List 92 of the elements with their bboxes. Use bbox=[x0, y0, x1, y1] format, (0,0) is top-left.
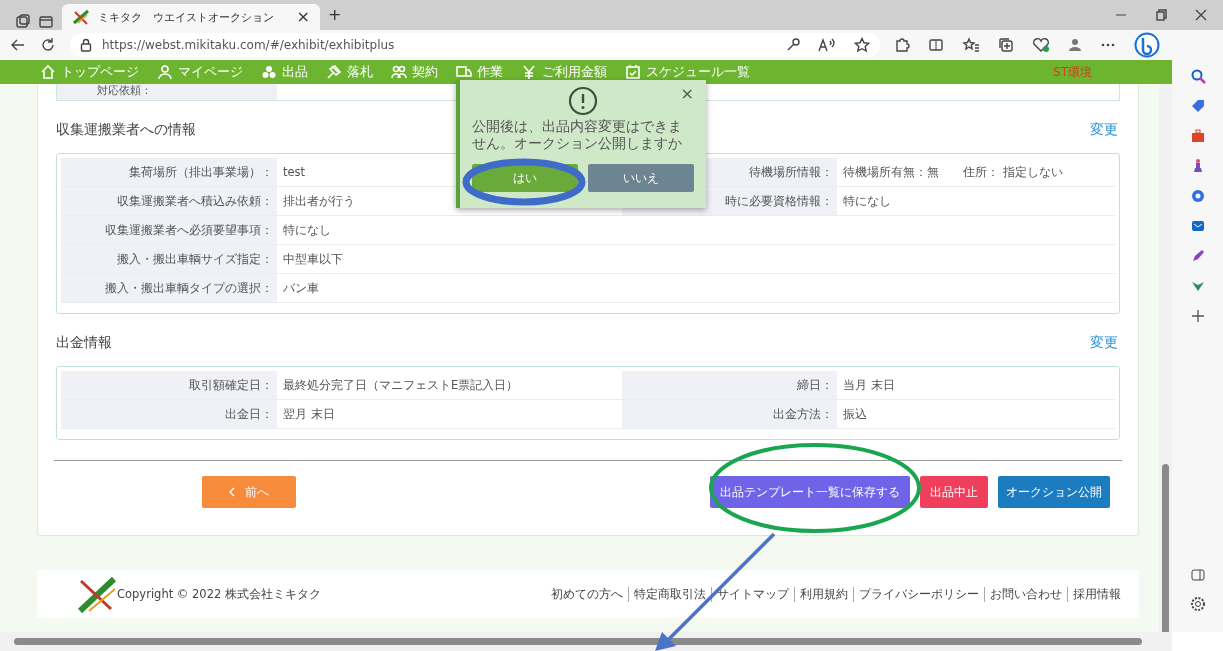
nav-link[interactable]: スケジュール一覧 bbox=[625, 63, 750, 81]
copyright-text: Copyright © 2022 株式会社ミキタク bbox=[117, 586, 321, 602]
field-value: 振込 bbox=[843, 407, 867, 421]
star-icon[interactable] bbox=[854, 37, 870, 53]
publish-button[interactable]: オークション公開 bbox=[998, 476, 1110, 508]
nav-link[interactable]: 契約 bbox=[391, 63, 438, 81]
field-value: 特になし bbox=[283, 223, 331, 237]
field-label: 締日： bbox=[797, 378, 833, 392]
section-title: 収集運搬業者への情報 bbox=[56, 121, 196, 139]
address-bar[interactable]: https://webst.mikitaku.com/#/exhibit/exhibitplus bbox=[70, 33, 880, 57]
edit-link[interactable]: 変更 bbox=[1090, 121, 1118, 139]
save-button[interactable]: 出品テンプレート一覧に保存する bbox=[710, 476, 910, 508]
stop-button[interactable]: 出品中止 bbox=[920, 476, 988, 508]
footer-link[interactable]: 利用規約 bbox=[794, 586, 848, 602]
close-button[interactable]: × bbox=[680, 86, 694, 102]
sidebar-toggle-icon[interactable] bbox=[1190, 568, 1205, 582]
nav-link[interactable]: マイページ bbox=[157, 63, 243, 81]
exclamation-circle-icon bbox=[568, 86, 598, 116]
field-label: 出金日： bbox=[225, 407, 273, 421]
vertical-tabs-icon[interactable] bbox=[38, 14, 54, 30]
company-logo-icon bbox=[77, 575, 117, 613]
close-icon[interactable] bbox=[1195, 9, 1207, 21]
url-text: https://webst.mikitaku.com/#/exhibit/exhibitplus bbox=[102, 38, 395, 52]
field-value: test bbox=[283, 165, 306, 179]
refresh-icon[interactable] bbox=[40, 37, 56, 53]
gavel-icon bbox=[326, 64, 342, 80]
field-label: 対応依頼： bbox=[97, 84, 152, 97]
nav-link[interactable]: 落札 bbox=[326, 63, 373, 81]
favorites-icon[interactable] bbox=[962, 37, 980, 53]
people-icon bbox=[391, 64, 407, 80]
field-value: 中型車以下 bbox=[283, 252, 343, 266]
boxes-icon bbox=[261, 64, 277, 80]
chevron-left-icon bbox=[229, 487, 235, 497]
collections-icon[interactable] bbox=[998, 37, 1014, 53]
vertical-scrollbar[interactable] bbox=[1159, 84, 1172, 632]
dialog-message: 公開後は、出品内容変更はできません。オークション公開しますか bbox=[472, 118, 683, 152]
truck-icon bbox=[456, 64, 472, 80]
footer-link[interactable]: お問い合わせ bbox=[984, 586, 1062, 602]
edit-link[interactable]: 変更 bbox=[1090, 334, 1118, 352]
no-button[interactable]: いいえ bbox=[588, 164, 694, 192]
split-screen-icon[interactable] bbox=[928, 37, 944, 53]
circle-icon[interactable] bbox=[1189, 188, 1206, 204]
field-label: 出金方法： bbox=[773, 407, 833, 421]
field-value: 排出者が行う bbox=[283, 194, 355, 208]
search-icon[interactable] bbox=[1189, 68, 1206, 84]
tab-title: ミキタク ウエイストオークション bbox=[98, 9, 275, 25]
person-icon bbox=[157, 64, 173, 80]
nav-link[interactable]: 作業 bbox=[456, 63, 503, 81]
key-icon[interactable] bbox=[786, 38, 800, 52]
tab-actions-icon[interactable] bbox=[14, 14, 30, 30]
footer-link[interactable]: 採用情報 bbox=[1067, 586, 1121, 602]
nav-link[interactable]: トップページ bbox=[40, 63, 139, 81]
footer-link[interactable]: 特定商取引法 bbox=[628, 586, 706, 602]
field-label: 収集運搬業者へ必須要望事項： bbox=[105, 223, 273, 237]
health-icon[interactable] bbox=[1032, 37, 1050, 53]
restore-icon[interactable] bbox=[1155, 9, 1167, 21]
read-aloud-icon[interactable] bbox=[818, 38, 836, 52]
back-button[interactable]: 前へ bbox=[202, 476, 296, 508]
field-label: 集荷場所（排出事業場）： bbox=[129, 165, 273, 179]
footer-link[interactable]: サイトマップ bbox=[711, 586, 789, 602]
footer-link[interactable]: 初めての方へ bbox=[551, 586, 623, 602]
field-label: 搬入・搬出車輌タイプの選択： bbox=[105, 281, 273, 295]
puzzle-icon[interactable] bbox=[894, 37, 910, 53]
section-title: 出金情報 bbox=[56, 334, 112, 352]
calendar-icon bbox=[625, 64, 641, 80]
nav-link[interactable]: 出品 bbox=[261, 63, 308, 81]
field-label: 待機場所情報： bbox=[749, 165, 833, 179]
profile-icon[interactable] bbox=[1068, 38, 1082, 52]
field-value: 翌月 末日 bbox=[283, 407, 335, 421]
environment-label: ST環境 bbox=[1053, 63, 1092, 81]
field-value: 当月 末日 bbox=[843, 378, 895, 392]
field-value: 待機場所有無：無 住所： 指定しない bbox=[843, 165, 1063, 179]
home-icon bbox=[40, 64, 56, 80]
field-label: 取引額確定日： bbox=[189, 378, 273, 392]
field-value: バン車 bbox=[283, 281, 319, 295]
new-tab-button[interactable]: + bbox=[328, 7, 342, 23]
field-value: 最終処分完了日（マニフェストE票記入日） bbox=[283, 378, 519, 392]
footer-link[interactable]: プライバシーポリシー bbox=[853, 586, 979, 602]
browser-tab[interactable]: ミキタク ウエイストオークション × bbox=[62, 4, 320, 30]
lock-icon bbox=[80, 38, 92, 52]
site-logo-icon bbox=[72, 9, 90, 25]
mail-icon[interactable] bbox=[1189, 218, 1206, 234]
nav-link[interactable]: ご利用金額 bbox=[521, 63, 607, 81]
back-arrow-icon[interactable] bbox=[10, 37, 26, 53]
tab-close-button[interactable]: × bbox=[296, 9, 310, 25]
field-label: 時に必要資格情報： bbox=[725, 194, 833, 208]
briefcase-icon[interactable] bbox=[1189, 128, 1206, 144]
field-value: 特になし bbox=[843, 194, 891, 208]
yen-icon bbox=[521, 64, 537, 80]
add-icon[interactable] bbox=[1189, 308, 1206, 324]
field-label: 収集運搬業者へ積込み依頼： bbox=[117, 194, 273, 208]
field-label: 搬入・搬出車輌サイズ指定： bbox=[117, 252, 273, 266]
